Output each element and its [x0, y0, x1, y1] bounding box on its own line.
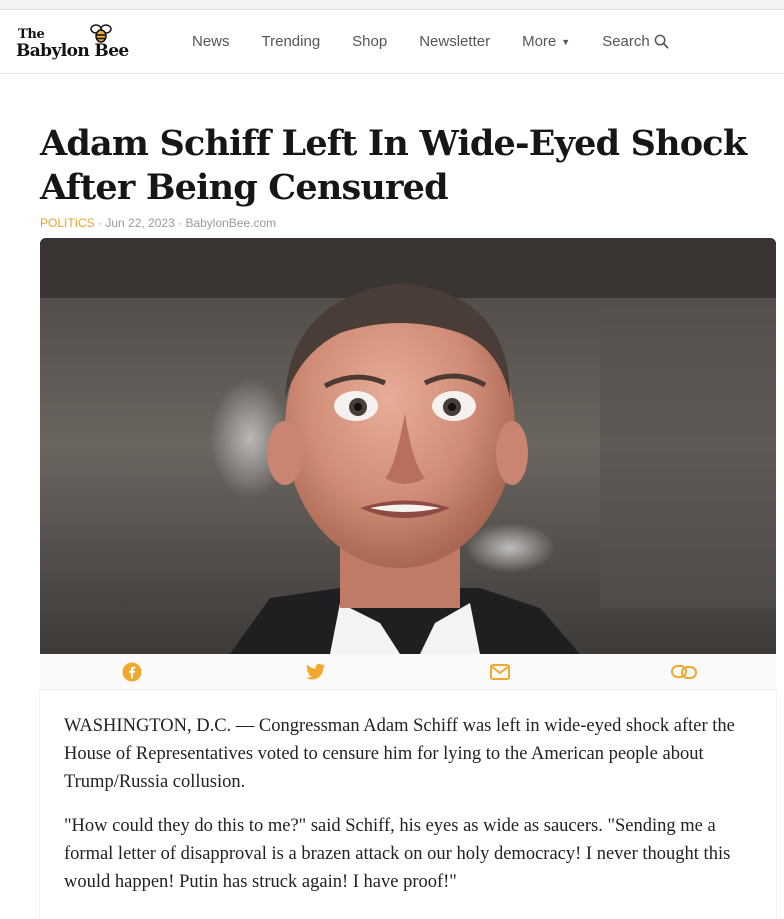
share-facebook[interactable] — [40, 654, 224, 690]
article-title: Adam Schiff Left In Wide-Eyed Shock Afte… — [40, 123, 747, 208]
site-header: The Babylon Bee News Trending Shop Newsl… — [0, 10, 784, 74]
nav-more[interactable]: More ▼ — [522, 33, 570, 50]
email-icon — [490, 664, 510, 680]
nav-shop[interactable]: Shop — [352, 33, 387, 50]
facebook-icon — [122, 662, 142, 682]
search-icon — [654, 34, 669, 49]
meta-separator: · — [174, 216, 186, 230]
article-source: BabylonBee.com — [185, 216, 277, 230]
share-bar — [40, 654, 776, 690]
share-twitter[interactable] — [224, 654, 408, 690]
caret-down-icon: ▼ — [561, 36, 571, 47]
hero-image — [40, 238, 776, 654]
share-email[interactable] — [408, 654, 592, 690]
nav-news-label: News — [192, 33, 230, 50]
nav-newsletter[interactable]: Newsletter — [419, 33, 490, 50]
article-paragraph: WASHINGTON, D.C. — Congressman Adam Schi… — [64, 716, 735, 792]
logo-the: The — [18, 26, 45, 42]
site-logo[interactable]: The Babylon Bee — [16, 22, 156, 62]
article-main: Adam Schiff Left In Wide-Eyed Shock Afte… — [0, 74, 784, 919]
nav-search[interactable]: Search — [602, 33, 669, 50]
main-nav: News Trending Shop Newsletter More ▼ Sear… — [172, 33, 669, 50]
nav-news[interactable]: News — [192, 33, 230, 50]
nav-trending-label: Trending — [261, 33, 321, 50]
twitter-icon — [306, 663, 326, 680]
nav-shop-label: Shop — [352, 33, 388, 50]
hero-photo-illustration — [40, 238, 776, 654]
nav-search-label: Search — [602, 33, 650, 50]
link-icon — [671, 665, 697, 679]
nav-newsletter-label: Newsletter — [419, 33, 491, 50]
logo-name: Babylon Bee — [16, 40, 129, 61]
article-meta: POLITICS · Jun 22, 2023 · BabylonBee.com — [40, 216, 784, 230]
article-body: WASHINGTON, D.C. — Congressman Adam Schi… — [40, 690, 776, 919]
nav-more-label: More — [522, 33, 557, 50]
article-date: Jun 22, 2023 — [105, 216, 175, 230]
article-paragraph: "How could they do this to me?" said Sch… — [64, 816, 731, 892]
article-category[interactable]: POLITICS — [40, 216, 95, 230]
nav-trending[interactable]: Trending — [262, 33, 321, 50]
share-link[interactable] — [592, 654, 776, 690]
browser-top-edge — [0, 0, 784, 10]
meta-separator: · — [94, 216, 106, 230]
